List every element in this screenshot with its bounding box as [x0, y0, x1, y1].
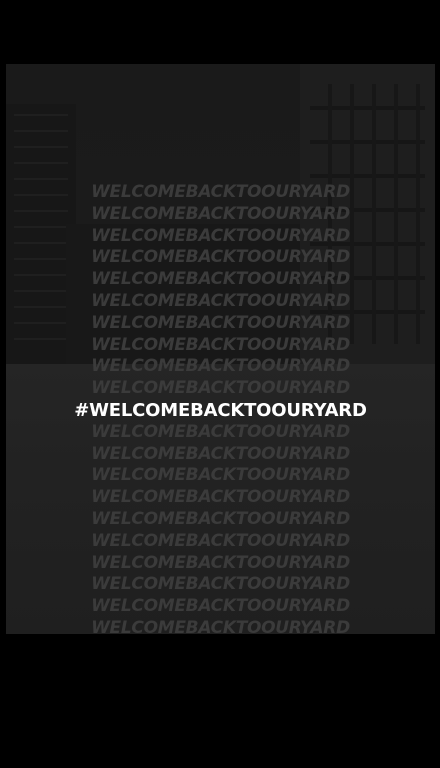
ghost-line: WELCOMEBACKTOOURYARD: [91, 465, 350, 486]
ghost-line: WELCOMEBACKTOOURYARD: [91, 617, 350, 634]
ghost-line: WELCOMEBACKTOOURYARD: [91, 182, 350, 202]
ghost-line: WELCOMEBACKTOOURYARD: [91, 530, 350, 551]
hashtag-title: #WELCOMEBACKTOOURYARD: [74, 399, 367, 421]
ghost-line: WELCOMEBACKTOOURYARD: [91, 596, 350, 617]
ghost-line: WELCOMEBACKTOOURYARD: [91, 378, 350, 399]
ghost-line: WELCOMEBACKTOOURYARD: [91, 443, 350, 464]
ghost-line: WELCOMEBACKTOOURYARD: [91, 290, 350, 311]
ghost-line: WELCOMEBACKTOOURYARD: [91, 269, 350, 290]
ghost-line: WELCOMEBACKTOOURYARD: [91, 334, 350, 355]
background-photo: WELCOMEBACKTOOURYARD WELCOMEBACKTOOURYAR…: [6, 64, 435, 634]
ghost-line: WELCOMEBACKTOOURYARD: [91, 225, 350, 246]
ghost-line: WELCOMEBACKTOOURYARD: [91, 508, 350, 529]
ghost-line: WELCOMEBACKTOOURYARD: [91, 312, 350, 333]
ghost-line: WELCOMEBACKTOOURYARD: [91, 552, 350, 573]
ghost-line: WELCOMEBACKTOOURYARD: [91, 203, 350, 224]
ghost-line: WELCOMEBACKTOOURYARD: [91, 574, 350, 595]
ghost-line: WELCOMEBACKTOOURYARD: [91, 421, 350, 442]
ghost-line: WELCOMEBACKTOOURYARD: [91, 247, 350, 268]
text-stack: WELCOMEBACKTOOURYARD WELCOMEBACKTOOURYAR…: [6, 182, 435, 634]
ghost-line: WELCOMEBACKTOOURYARD: [91, 356, 350, 377]
ghost-line: WELCOMEBACKTOOURYARD: [91, 487, 350, 508]
story-screen: WELCOMEBACKTOOURYARD WELCOMEBACKTOOURYAR…: [0, 0, 440, 768]
